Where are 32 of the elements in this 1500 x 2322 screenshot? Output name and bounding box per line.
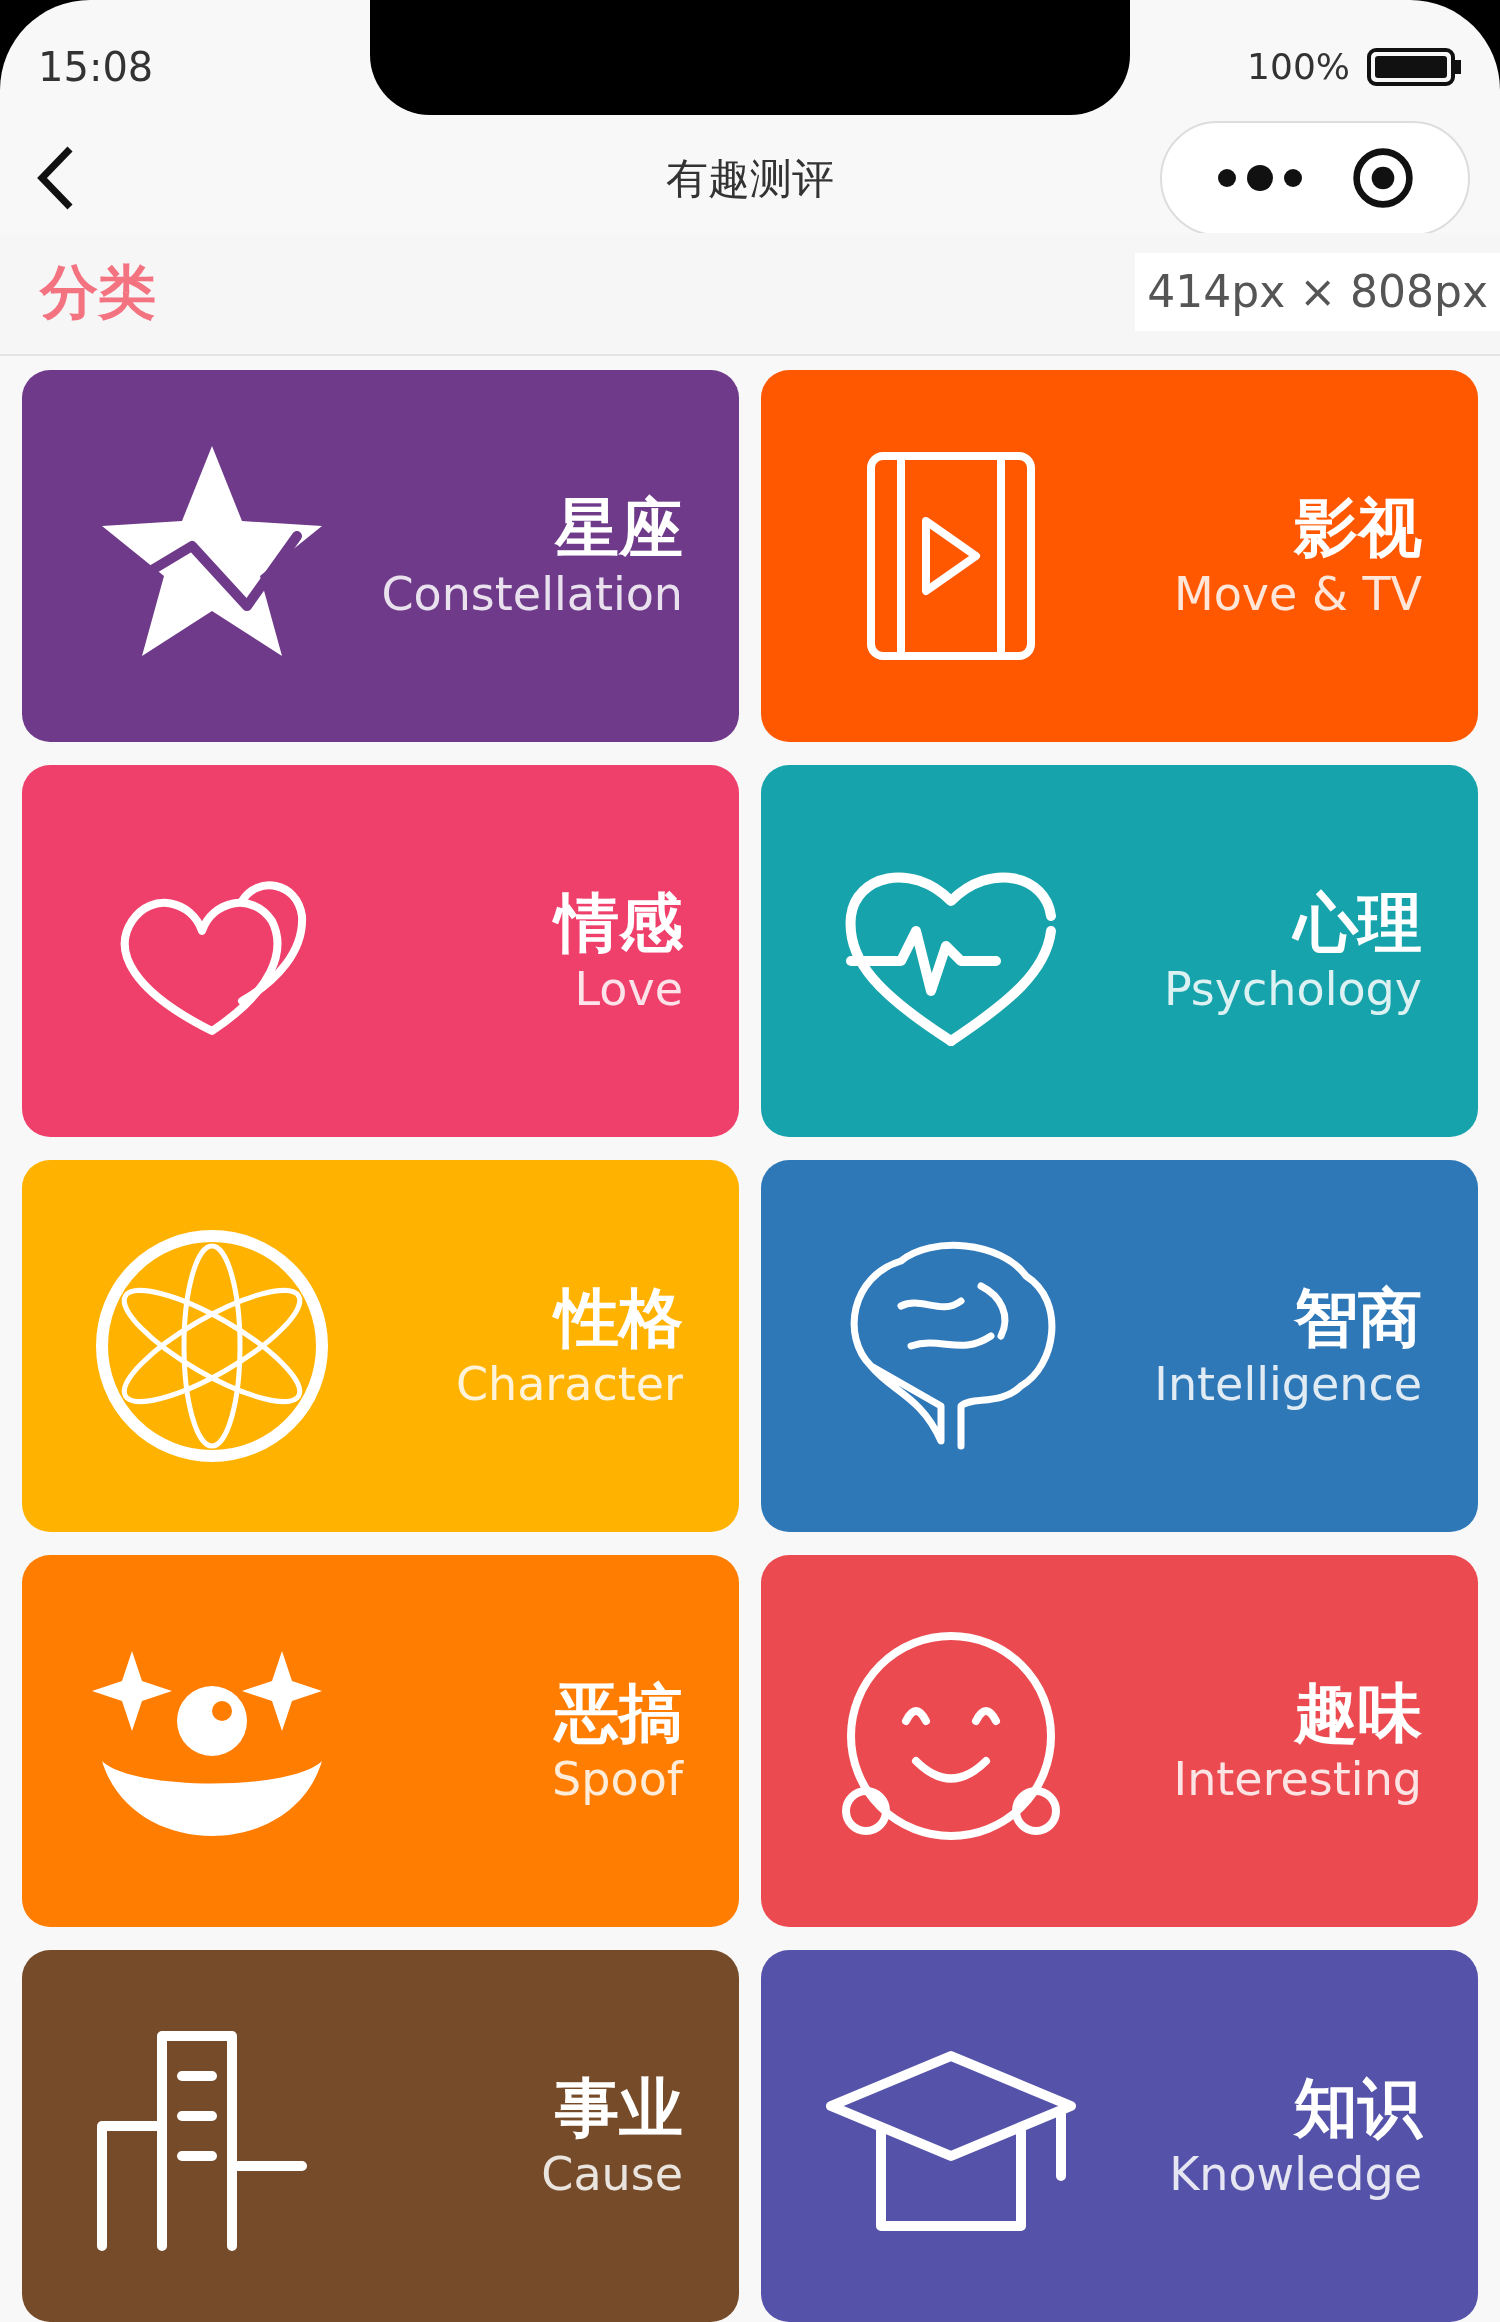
category-card[interactable]: 智商 Intelligence (761, 1160, 1478, 1532)
category-title: 事业 (555, 2070, 683, 2147)
category-title: 知识 (1294, 2070, 1422, 2147)
category-subtitle: Intelligence (1154, 1356, 1422, 1412)
category-subtitle: Love (574, 961, 683, 1017)
category-title: 星座 (555, 490, 683, 567)
category-title: 影视 (1294, 490, 1422, 567)
category-title: 恶搞 (555, 1675, 683, 1752)
size-label: 414px × 808px (1135, 253, 1500, 332)
category-subtitle: Move & TV (1173, 566, 1422, 622)
battery-icon (1366, 46, 1462, 87)
category-card[interactable]: 心理 Psychology (761, 765, 1478, 1137)
category-subtitle: Psychology (1163, 961, 1422, 1017)
page-title: 有趣测评 (666, 153, 834, 205)
category-card[interactable]: 知识 Knowledge (761, 1950, 1478, 2322)
category-title: 智商 (1294, 1280, 1422, 1357)
section-title: 分类 (40, 257, 156, 328)
battery-percent: 100% (1247, 44, 1350, 89)
category-subtitle: Interesting (1173, 1751, 1422, 1807)
category-subtitle: Cause (541, 2146, 683, 2202)
category-card[interactable]: 恶搞 Spoof (22, 1555, 739, 1927)
category-card[interactable]: 影视 Move & TV (761, 370, 1478, 742)
category-card[interactable]: 趣味 Interesting (761, 1555, 1478, 1927)
category-subtitle: Character (455, 1356, 683, 1412)
category-subtitle: Knowledge (1169, 2146, 1422, 2202)
category-card[interactable]: 情感 Love (22, 765, 739, 1137)
category-title: 趣味 (1294, 1675, 1422, 1752)
category-subtitle: Spoof (552, 1751, 683, 1807)
status-time: 15:08 (38, 42, 154, 92)
category-card[interactable]: 事业 Cause (22, 1950, 739, 2322)
category-subtitle: Constellation (381, 566, 683, 622)
category-card[interactable]: 星座 Constellation (22, 370, 739, 742)
